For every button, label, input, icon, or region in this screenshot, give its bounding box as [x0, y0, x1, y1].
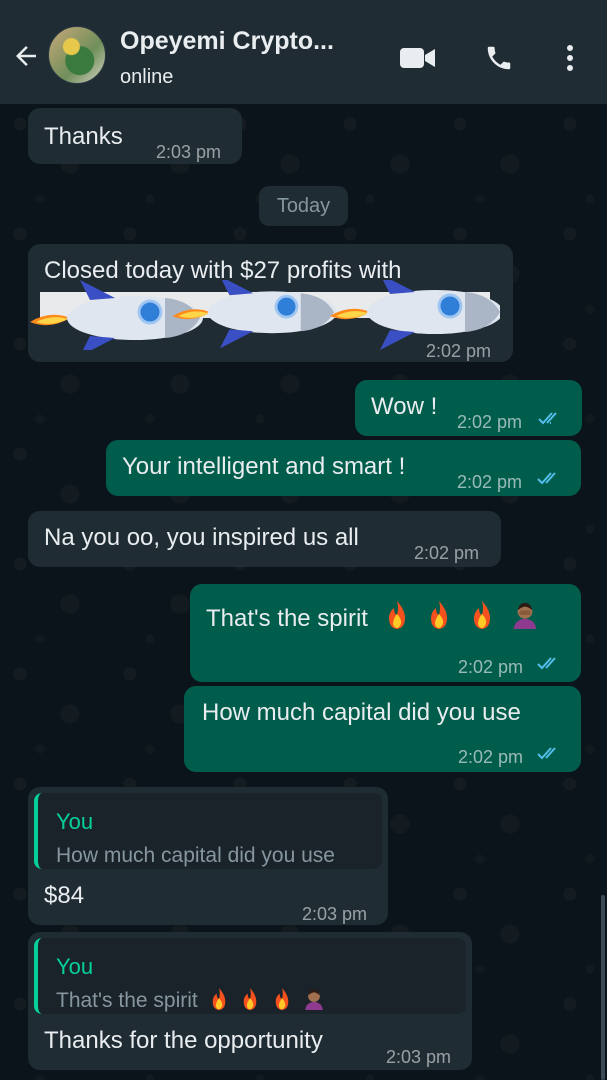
- quote-author: You: [56, 954, 94, 979]
- fire-emoji-icon: [431, 601, 448, 629]
- contact-status: online: [120, 66, 174, 88]
- message-text-wrap: That's the spirit: [206, 600, 539, 634]
- phone-icon[interactable]: [479, 38, 519, 78]
- quote-text: How much capital did you use: [56, 844, 335, 867]
- quoted-message[interactable]: You How much capital did you use: [34, 793, 382, 869]
- message-text: Na you oo, you inspired us all: [44, 524, 359, 551]
- back-arrow-icon[interactable]: [8, 38, 44, 74]
- person-facepalming-emoji-icon: [513, 602, 536, 629]
- message-time: 2:02 pm: [458, 657, 524, 677]
- scrollbar[interactable]: [601, 895, 605, 1080]
- quoted-message[interactable]: You That's the spirit: [34, 938, 466, 1014]
- message-time: 2:02 pm: [457, 472, 523, 492]
- message-outgoing[interactable]: Wow ! 2:02 pm: [355, 380, 582, 436]
- read-ticks-icon: [537, 657, 556, 670]
- message-incoming-reply[interactable]: You That's the spirit Thanks for the opp…: [28, 932, 472, 1070]
- message-text: $84: [44, 882, 85, 909]
- message-text: That's the spirit: [206, 605, 368, 632]
- message-time: 2:02 pm: [414, 543, 480, 563]
- message-time: 2:03 pm: [386, 1047, 452, 1067]
- message-time: 2:02 pm: [426, 341, 492, 361]
- read-ticks-icon: [538, 412, 557, 425]
- more-vert-icon[interactable]: [550, 38, 590, 78]
- message-text: Thanks for the opportunity: [44, 1027, 323, 1054]
- fire-emoji-icon: [244, 988, 257, 1010]
- message-outgoing[interactable]: Your intelligent and smart ! 2:02 pm: [106, 440, 581, 496]
- video-call-icon[interactable]: [398, 38, 438, 78]
- message-incoming[interactable]: Na you oo, you inspired us all 2:02 pm: [28, 511, 501, 567]
- message-incoming[interactable]: Closed today with $27 profits with 2:02 …: [28, 244, 513, 362]
- message-outgoing[interactable]: How much capital did you use 2:02 pm: [184, 686, 581, 772]
- person-facepalming-emoji-icon: [305, 989, 323, 1010]
- contact-name[interactable]: Opeyemi Crypto...: [120, 27, 334, 56]
- avatar[interactable]: [48, 26, 106, 84]
- fire-emoji-icon: [388, 601, 405, 629]
- quote-text: That's the spirit: [56, 989, 198, 1012]
- message-outgoing[interactable]: That's the spirit 2:02 pm: [190, 584, 581, 682]
- message-text: Thanks: [44, 123, 123, 150]
- quote-author: You: [56, 809, 94, 834]
- message-text: Your intelligent and smart !: [122, 453, 406, 480]
- quote-text-wrap: That's the spirit: [56, 986, 325, 1016]
- message-time: 2:03 pm: [156, 142, 222, 162]
- message-time: 2:02 pm: [457, 412, 523, 432]
- fire-emoji-icon: [212, 988, 225, 1010]
- message-time: 2:02 pm: [458, 747, 524, 767]
- message-text: How much capital did you use: [202, 699, 521, 726]
- message-text: Wow !: [371, 393, 438, 420]
- message-time: 2:03 pm: [302, 904, 368, 924]
- message-incoming[interactable]: Thanks 2:03 pm: [28, 108, 242, 164]
- date-chip: Today: [259, 186, 348, 226]
- read-ticks-icon: [537, 472, 556, 485]
- message-incoming-reply[interactable]: You How much capital did you use $84 2:0…: [28, 787, 388, 925]
- fire-emoji-icon: [474, 601, 490, 629]
- fire-emoji-icon: [275, 988, 289, 1010]
- chat-header: Opeyemi Crypto... online: [0, 0, 607, 104]
- read-ticks-icon: [537, 747, 556, 760]
